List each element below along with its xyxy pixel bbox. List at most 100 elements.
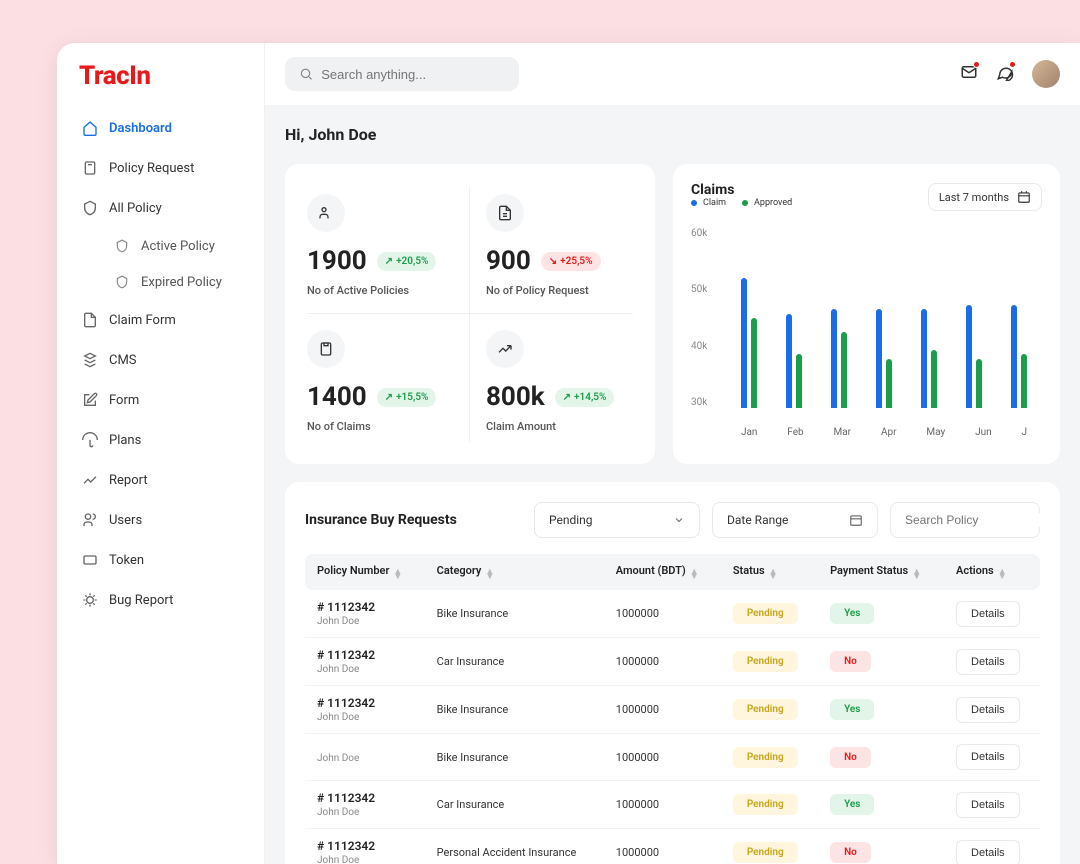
cell-amount: 1000000 — [604, 829, 721, 864]
details-button[interactable]: Details — [956, 744, 1020, 770]
details-button[interactable]: Details — [956, 601, 1020, 627]
bar-claim — [876, 309, 882, 408]
bar-group — [1011, 305, 1027, 409]
bar-claim — [741, 278, 747, 409]
sidebar-item-cms[interactable]: CMS — [71, 341, 250, 379]
ticket-icon — [81, 551, 99, 569]
table-row: # 1112342John DoeCar Insurance1000000Pen… — [305, 638, 1040, 686]
notification-dot — [973, 61, 980, 68]
stat-value: 1900 — [307, 246, 367, 276]
mail-button[interactable] — [960, 63, 978, 85]
users-icon — [81, 511, 99, 529]
stat-label: No of Policy Request — [486, 284, 633, 297]
bar-approved — [931, 350, 937, 409]
sidebar-item-label: Users — [109, 513, 142, 528]
payment-badge: Yes — [830, 699, 874, 720]
chat-button[interactable] — [996, 63, 1014, 85]
stat-claim-amount: 800k ↗ +14,5% Claim Amount — [470, 314, 633, 442]
col-amount[interactable]: Amount (BDT)▲▼ — [604, 554, 721, 590]
sidebar-item-dashboard[interactable]: Dashboard — [71, 109, 250, 147]
stat-change: ↗ +15,5% — [377, 388, 437, 407]
status-badge: Pending — [733, 794, 798, 815]
bar-approved — [751, 318, 757, 408]
stat-label: No of Active Policies — [307, 284, 453, 297]
edit-icon — [81, 391, 99, 409]
policy-number: # 1112342 — [317, 791, 413, 805]
notification-dot — [1009, 61, 1016, 68]
sidebar-item-all-policy[interactable]: All Policy — [71, 189, 250, 227]
sidebar-item-expired-policy[interactable]: Expired Policy — [103, 265, 250, 299]
details-button[interactable]: Details — [956, 792, 1020, 818]
trending-up-icon — [486, 330, 524, 368]
stat-active-policies: 1900 ↗ +20,5% No of Active Policies — [307, 186, 470, 314]
policy-holder: John Doe — [317, 753, 413, 764]
sort-icon: ▲▼ — [912, 570, 921, 580]
trending-icon — [81, 471, 99, 489]
sidebar-item-plans[interactable]: Plans — [71, 421, 250, 459]
x-label: Feb — [787, 427, 803, 438]
cell-category: Bike Insurance — [425, 686, 604, 734]
payment-badge: Yes — [830, 603, 874, 624]
y-axis: 60k 50k 40k 30k — [691, 228, 721, 408]
table-card: Insurance Buy Requests Pending Date Rang… — [285, 482, 1060, 864]
chart-filter-button[interactable]: Last 7 months — [928, 183, 1042, 211]
details-button[interactable]: Details — [956, 649, 1020, 675]
sidebar-item-label: Bug Report — [109, 593, 173, 608]
shield-x-icon — [113, 273, 131, 291]
stats-card: 1900 ↗ +20,5% No of Active Policies 900 … — [285, 164, 655, 464]
stat-label: No of Claims — [307, 420, 453, 433]
shield-icon — [81, 199, 99, 217]
date-filter[interactable]: Date Range — [712, 502, 878, 538]
sidebar-item-label: All Policy — [109, 201, 162, 216]
sidebar-item-token[interactable]: Token — [71, 541, 250, 579]
col-status[interactable]: Status▲▼ — [721, 554, 818, 590]
cell-amount: 1000000 — [604, 781, 721, 829]
top-row: 1900 ↗ +20,5% No of Active Policies 900 … — [285, 164, 1060, 464]
bar-claim — [831, 309, 837, 408]
policy-holder: John Doe — [317, 712, 413, 723]
status-badge: Pending — [733, 747, 798, 768]
legend-approved: Approved — [742, 198, 792, 208]
policy-number: # 1112342 — [317, 839, 413, 853]
payment-badge: Yes — [830, 794, 874, 815]
policy-holder: John Doe — [317, 616, 413, 627]
status-badge: Pending — [733, 699, 798, 720]
col-policy[interactable]: Policy Number▲▼ — [305, 554, 425, 590]
payment-badge: No — [830, 842, 871, 863]
sidebar-item-users[interactable]: Users — [71, 501, 250, 539]
status-badge: Pending — [733, 651, 798, 672]
x-label: Jun — [975, 427, 992, 438]
col-actions[interactable]: Actions▲▼ — [944, 554, 1040, 590]
bar-claim — [786, 314, 792, 409]
sidebar: TracIn Dashboard Policy Request All Poli… — [57, 43, 265, 864]
status-filter[interactable]: Pending — [534, 502, 700, 538]
x-label: Apr — [881, 427, 897, 438]
users-icon — [307, 194, 345, 232]
greeting: Hi, John Doe — [285, 125, 1060, 144]
sidebar-item-claim-form[interactable]: Claim Form — [71, 301, 250, 339]
nav: Dashboard Policy Request All Policy Acti… — [57, 109, 264, 619]
details-button[interactable]: Details — [956, 840, 1020, 864]
umbrella-icon — [81, 431, 99, 449]
search-box[interactable] — [285, 57, 519, 91]
details-button[interactable]: Details — [956, 697, 1020, 723]
requests-table: Policy Number▲▼ Category▲▼ Amount (BDT)▲… — [305, 554, 1040, 864]
stat-policy-request: 900 ↘ +25,5% No of Policy Request — [470, 186, 633, 314]
search-policy-box[interactable] — [890, 502, 1040, 538]
search-input[interactable] — [321, 67, 505, 82]
sidebar-item-form[interactable]: Form — [71, 381, 250, 419]
chart-card: Claims Claim Approved Last 7 months — [673, 164, 1060, 464]
bar-group — [831, 309, 847, 408]
search-policy-input[interactable] — [905, 513, 1060, 527]
legend-claim: Claim — [691, 198, 726, 208]
sidebar-item-policy-request[interactable]: Policy Request — [71, 149, 250, 187]
cell-category: Personal Accident Insurance — [425, 829, 604, 864]
stat-value: 1400 — [307, 382, 367, 412]
sidebar-item-bug-report[interactable]: Bug Report — [71, 581, 250, 619]
sidebar-item-active-policy[interactable]: Active Policy — [103, 229, 250, 263]
sidebar-item-report[interactable]: Report — [71, 461, 250, 499]
col-payment[interactable]: Payment Status▲▼ — [818, 554, 944, 590]
col-category[interactable]: Category▲▼ — [425, 554, 604, 590]
x-labels: JanFebMarAprMayJunJ — [726, 427, 1042, 438]
avatar[interactable] — [1032, 60, 1060, 88]
